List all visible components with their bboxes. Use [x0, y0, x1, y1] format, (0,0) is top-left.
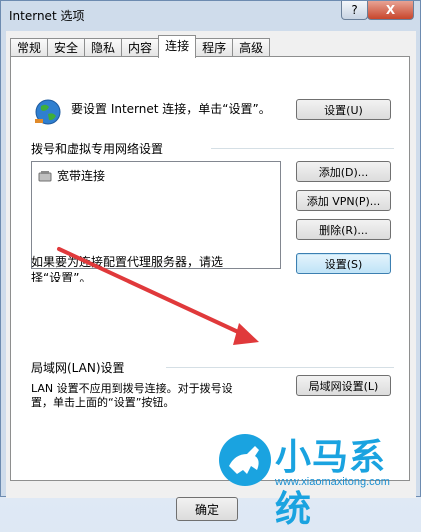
watermark-url: www.xiaomaxitong.com	[275, 476, 390, 488]
annotation-arrow-icon	[57, 247, 259, 345]
tab-connections[interactable]: 连接	[158, 35, 197, 58]
horse-logo-icon	[219, 434, 271, 486]
ok-button[interactable]: 确定	[176, 497, 238, 521]
internet-options-window: Internet 选项 ? X 常规 安全 隐私 内容 连接 程序 高级 要设置…	[0, 0, 421, 530]
watermark: 小马系统 www.xiaomaxitong.com	[213, 426, 421, 530]
